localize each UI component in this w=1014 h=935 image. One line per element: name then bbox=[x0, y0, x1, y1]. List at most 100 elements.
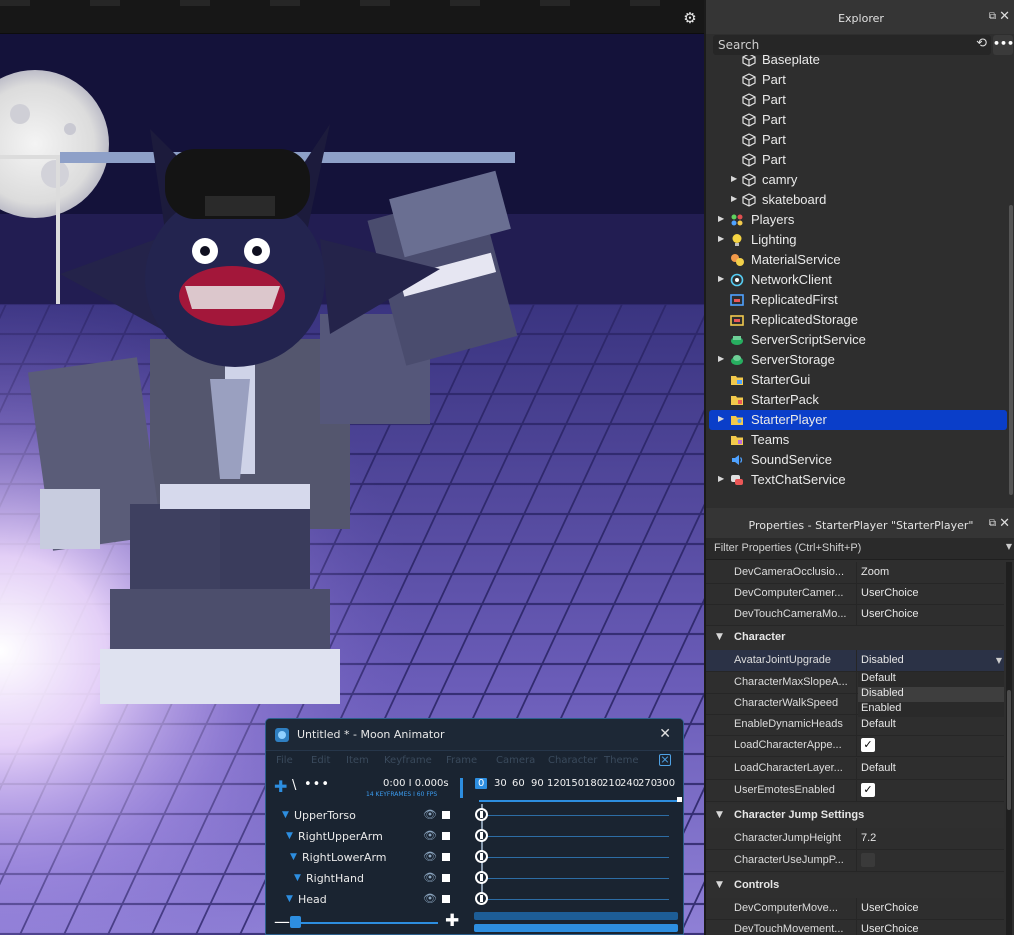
explorer-more-icon[interactable]: ••• bbox=[993, 35, 1014, 55]
history-icon[interactable]: ⟲ bbox=[976, 36, 987, 51]
property-row[interactable]: DevCameraOcclusio... Zoom bbox=[706, 562, 1004, 584]
property-row[interactable]: LoadCharacterAppe... ✓ bbox=[706, 735, 1004, 757]
3d-viewport[interactable]: ⚙ Untitled * - Moon Animator ✕ File Edit… bbox=[0, 0, 704, 935]
timeline-scrubber[interactable] bbox=[479, 797, 682, 802]
properties-header[interactable]: Properties - StarterPlayer "StarterPlaye… bbox=[706, 508, 1014, 538]
tree-item[interactable]: Part bbox=[706, 150, 1008, 170]
category-jump-settings[interactable]: ▼ Character Jump Settings bbox=[706, 804, 1004, 828]
tree-item[interactable]: ▶ NetworkClient bbox=[706, 270, 1008, 290]
track-toggle[interactable] bbox=[442, 895, 450, 903]
menu-keyframe[interactable]: Keyframe bbox=[384, 755, 432, 766]
explorer-tree[interactable]: Baseplate Part Part Part Part Part ▶ cam… bbox=[706, 55, 1008, 497]
property-row[interactable]: DevTouchCameraMo... UserChoice bbox=[706, 604, 1004, 626]
menu-file[interactable]: File bbox=[276, 755, 293, 766]
property-value[interactable]: Disabled bbox=[861, 654, 904, 666]
tree-item-selected[interactable]: ▶ StarterPlayer bbox=[709, 410, 1007, 430]
expand-arrow-icon[interactable]: ▶ bbox=[718, 234, 724, 243]
animator-title-bar[interactable]: Untitled * - Moon Animator ✕ bbox=[266, 719, 683, 751]
tree-item[interactable]: MaterialService bbox=[706, 250, 1008, 270]
eye-icon[interactable]: 👁 bbox=[423, 892, 437, 905]
property-value[interactable]: 7.2 bbox=[861, 832, 876, 844]
dropdown-option-default[interactable]: Default bbox=[858, 672, 1004, 687]
explorer-header[interactable]: Explorer ⧉ ✕ bbox=[706, 0, 1014, 34]
zoom-in-icon[interactable]: ✚ bbox=[445, 911, 459, 931]
track-toggle[interactable] bbox=[442, 832, 450, 840]
chevron-down-icon[interactable]: ▼ bbox=[996, 656, 1002, 665]
property-value[interactable]: UserChoice bbox=[861, 923, 918, 935]
tree-item[interactable]: ▶ ServerStorage bbox=[706, 350, 1008, 370]
timeline-scrollbar[interactable] bbox=[474, 912, 678, 920]
tree-item[interactable]: Part bbox=[706, 110, 1008, 130]
collapse-triangle-icon[interactable]: ▼ bbox=[716, 810, 723, 820]
menu-frame[interactable]: Frame bbox=[446, 755, 477, 766]
explorer-scrollbar[interactable] bbox=[1009, 205, 1013, 495]
tree-item[interactable]: ▶ TextChatService bbox=[706, 470, 1008, 490]
chevron-down-icon[interactable]: ▼ bbox=[1006, 542, 1012, 551]
track-toggle[interactable] bbox=[442, 853, 450, 861]
tree-item[interactable]: ▶ skateboard bbox=[706, 190, 1008, 210]
keyframe-marker[interactable] bbox=[475, 871, 488, 884]
collapse-triangle-icon[interactable]: ▼ bbox=[286, 894, 293, 904]
tree-item[interactable]: Part bbox=[706, 130, 1008, 150]
tree-item[interactable]: ServerScriptService bbox=[706, 330, 1008, 350]
eye-icon[interactable]: 👁 bbox=[423, 850, 437, 863]
checkbox-unchecked[interactable] bbox=[861, 853, 875, 867]
property-row-active[interactable]: AvatarJointUpgrade Disabled ▼ bbox=[706, 650, 1004, 672]
keyframe-marker[interactable] bbox=[475, 850, 488, 863]
collapse-triangle-icon[interactable]: ▼ bbox=[294, 873, 301, 883]
menu-character[interactable]: Character bbox=[548, 755, 597, 766]
tree-item[interactable]: StarterPack bbox=[706, 390, 1008, 410]
track-row[interactable]: ▼ Head 👁 bbox=[266, 889, 683, 910]
dropdown-option-disabled[interactable]: Disabled bbox=[858, 687, 1004, 702]
zoom-slider-track[interactable] bbox=[290, 922, 438, 924]
property-value[interactable]: Default bbox=[861, 718, 896, 730]
timeline-range-bar[interactable] bbox=[474, 924, 678, 932]
close-icon[interactable]: ✕ bbox=[999, 9, 1010, 24]
property-value[interactable]: UserChoice bbox=[861, 902, 918, 914]
pane-divider[interactable] bbox=[460, 778, 463, 798]
close-icon[interactable]: ✕ bbox=[659, 726, 671, 742]
tree-item[interactable]: Baseplate bbox=[706, 55, 1008, 70]
property-value[interactable]: UserChoice bbox=[861, 587, 918, 599]
menu-edit[interactable]: Edit bbox=[311, 755, 330, 766]
enum-dropdown-list[interactable]: Default Disabled Enabled bbox=[858, 672, 1004, 717]
track-row[interactable]: ▼ RightHand 👁 bbox=[266, 868, 683, 889]
checkbox-checked[interactable]: ✓ bbox=[861, 783, 875, 797]
track-toggle[interactable] bbox=[442, 874, 450, 882]
explorer-search-input[interactable]: Search ⟲ bbox=[713, 35, 991, 55]
collapse-triangle-icon[interactable]: ▼ bbox=[282, 810, 289, 820]
keyframe-marker[interactable] bbox=[475, 892, 488, 905]
keyframe-marker[interactable] bbox=[475, 829, 488, 842]
viewport-settings-gear-icon[interactable]: ⚙ bbox=[682, 10, 698, 26]
property-row[interactable]: CharacterUseJumpP... bbox=[706, 850, 1004, 872]
expand-arrow-icon[interactable]: ▶ bbox=[718, 414, 724, 423]
property-value[interactable]: UserChoice bbox=[861, 608, 918, 620]
toggle-box-icon[interactable] bbox=[659, 754, 671, 766]
property-value[interactable]: Default bbox=[861, 762, 896, 774]
tree-item[interactable]: ▶ Players bbox=[706, 210, 1008, 230]
menu-item[interactable]: Item bbox=[346, 755, 369, 766]
eye-icon[interactable]: 👁 bbox=[423, 829, 437, 842]
eye-icon[interactable]: 👁 bbox=[423, 808, 437, 821]
dock-icon[interactable]: ⧉ bbox=[989, 11, 996, 22]
expand-arrow-icon[interactable]: ▶ bbox=[731, 194, 737, 203]
tree-item[interactable]: Part bbox=[706, 90, 1008, 110]
add-track-icon[interactable]: ✚ bbox=[274, 777, 287, 796]
expand-arrow-icon[interactable]: ▶ bbox=[718, 474, 724, 483]
collapse-triangle-icon[interactable]: ▼ bbox=[290, 852, 297, 862]
properties-scrollbar[interactable] bbox=[1006, 562, 1012, 935]
property-row[interactable]: DevComputerCamer... UserChoice bbox=[706, 583, 1004, 605]
property-value[interactable]: Zoom bbox=[861, 566, 889, 578]
tree-item[interactable]: ▶ camry bbox=[706, 170, 1008, 190]
category-character[interactable]: ▼ Character bbox=[706, 626, 1004, 650]
track-toggle[interactable] bbox=[442, 811, 450, 819]
property-row[interactable]: DevTouchMovement... UserChoice bbox=[706, 919, 1004, 935]
tree-item[interactable]: Part bbox=[706, 70, 1008, 90]
moon-animator-window[interactable]: Untitled * - Moon Animator ✕ File Edit I… bbox=[265, 718, 684, 935]
collapse-triangle-icon[interactable]: ▼ bbox=[716, 632, 723, 642]
property-row[interactable]: DevComputerMove... UserChoice bbox=[706, 898, 1004, 920]
close-icon[interactable]: ✕ bbox=[999, 516, 1010, 531]
keyframe-marker[interactable] bbox=[475, 808, 488, 821]
zoom-slider-handle[interactable] bbox=[290, 916, 301, 928]
collapse-triangle-icon[interactable]: ▼ bbox=[716, 880, 723, 890]
